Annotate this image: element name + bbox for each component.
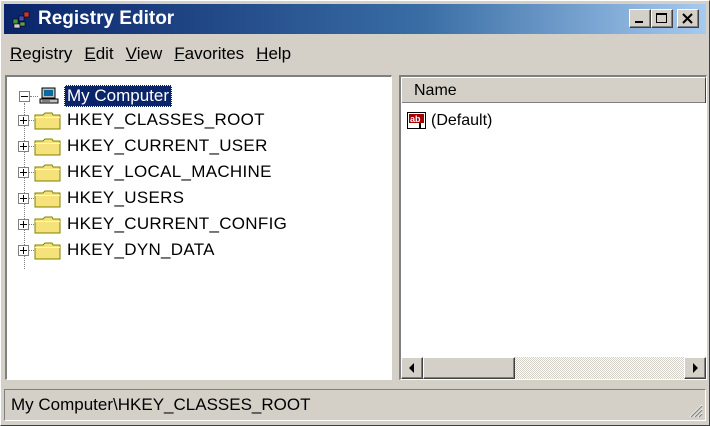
menu-registry-accelerator: R: [10, 44, 23, 63]
close-button[interactable]: [677, 9, 699, 28]
window-title: Registry Editor: [38, 8, 175, 29]
collapse-toggle[interactable]: [19, 90, 30, 102]
menu-registry[interactable]: Registry: [4, 40, 78, 68]
horizontal-scrollbar[interactable]: [401, 357, 706, 379]
expand-toggle[interactable]: [18, 140, 29, 152]
maximize-button[interactable]: [651, 9, 673, 28]
maximize-icon: [656, 13, 667, 23]
tree-node-hkey-dyn-data[interactable]: HKEY_DYN_DATA: [18, 237, 215, 263]
registry-editor-icon: [12, 11, 30, 29]
tree-node-hkey-classes-root[interactable]: HKEY_CLASSES_ROOT: [18, 107, 265, 133]
registry-editor-window: Registry Editor Registry Edit View Favor…: [0, 0, 710, 426]
menu-help-label: elp: [268, 44, 292, 63]
column-header-name[interactable]: Name: [401, 77, 706, 103]
folder-icon: [34, 112, 61, 129]
expand-toggle[interactable]: [18, 218, 29, 230]
minimize-icon: [635, 21, 643, 23]
svg-text:ab: ab: [410, 114, 421, 124]
status-path: My Computer\HKEY_CLASSES_ROOT: [11, 395, 311, 414]
tree-node-hkey-users[interactable]: HKEY_USERS: [18, 185, 185, 211]
tree-root-label: My Computer: [64, 85, 173, 107]
menu-view-label: iew: [136, 44, 163, 63]
menu-view-accelerator: V: [125, 44, 137, 63]
tree-node-label: HKEY_DYN_DATA: [67, 240, 215, 259]
tree-node-label: HKEY_LOCAL_MACHINE: [67, 162, 272, 181]
tree-node-hkey-current-config[interactable]: HKEY_CURRENT_CONFIG: [18, 211, 288, 237]
value-name: (Default): [431, 112, 493, 129]
folder-icon: [34, 138, 61, 155]
menu-registry-label: egistry: [22, 44, 73, 63]
tree-node-hkey-current-user[interactable]: HKEY_CURRENT_USER: [18, 133, 268, 159]
values-list-pane[interactable]: Name ab (Default): [399, 75, 707, 380]
menu-favorites[interactable]: Favorites: [168, 40, 250, 68]
tree-node-label: HKEY_CLASSES_ROOT: [67, 110, 265, 129]
resize-grip-icon[interactable]: [687, 402, 703, 418]
tree-node-label: HKEY_USERS: [67, 188, 185, 207]
menu-bar: Registry Edit View Favorites Help: [4, 40, 297, 68]
string-value-icon: ab: [407, 112, 426, 129]
folder-icon: [34, 164, 61, 181]
menu-favorites-label: avorites: [184, 44, 245, 63]
folder-icon: [34, 242, 61, 259]
menu-help-accelerator: H: [256, 44, 269, 63]
scroll-right-button[interactable]: [684, 357, 706, 379]
menu-edit-accelerator: E: [84, 44, 96, 63]
menu-view[interactable]: View: [120, 40, 169, 68]
computer-icon: [39, 87, 59, 104]
tree-node-label: HKEY_CURRENT_CONFIG: [67, 214, 288, 233]
scrollbar-thumb[interactable]: [423, 357, 515, 379]
status-bar: My Computer\HKEY_CLASSES_ROOT: [4, 389, 706, 421]
arrow-left-icon: [409, 363, 414, 373]
expand-toggle[interactable]: [18, 166, 29, 178]
column-header-label: Name: [414, 82, 457, 99]
close-icon: [682, 13, 693, 24]
list-header: Name: [401, 77, 706, 103]
title-bar[interactable]: Registry Editor: [4, 4, 706, 34]
tree-node-hkey-local-machine[interactable]: HKEY_LOCAL_MACHINE: [18, 159, 272, 185]
folder-icon: [34, 190, 61, 207]
list-item[interactable]: ab (Default): [407, 109, 492, 133]
tree-node-my-computer[interactable]: My Computer: [19, 85, 173, 107]
minimize-button[interactable]: [629, 9, 651, 28]
key-tree-pane[interactable]: My Computer HKEY_CLASSES_ROOT HKEY_CURRE…: [5, 75, 392, 380]
menu-favorites-accelerator: F: [174, 44, 185, 63]
expand-toggle[interactable]: [18, 114, 29, 126]
tree-node-label: HKEY_CURRENT_USER: [67, 136, 268, 155]
expand-toggle[interactable]: [18, 192, 29, 204]
folder-icon: [34, 216, 61, 233]
menu-edit[interactable]: Edit: [78, 40, 119, 68]
expand-toggle[interactable]: [18, 244, 29, 256]
menu-help[interactable]: Help: [250, 40, 297, 68]
scroll-left-button[interactable]: [401, 357, 423, 379]
arrow-right-icon: [693, 363, 698, 373]
menu-edit-label: dit: [95, 44, 114, 63]
